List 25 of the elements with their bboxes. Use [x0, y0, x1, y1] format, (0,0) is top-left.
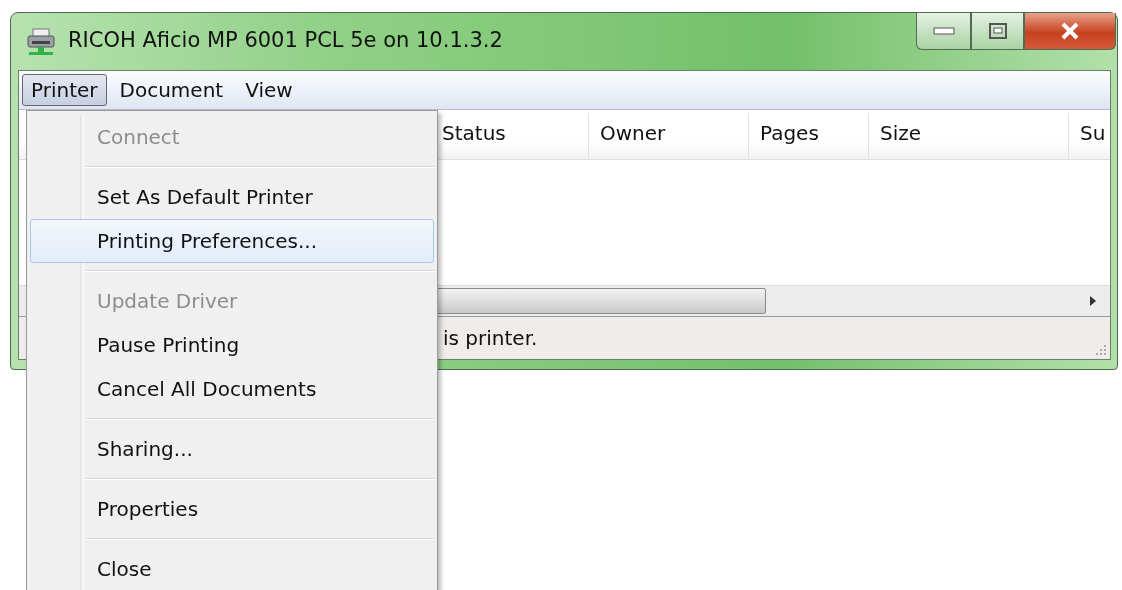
- maximize-icon: [988, 23, 1007, 39]
- column-header[interactable]: Owner: [588, 113, 748, 159]
- close-icon: [1060, 22, 1080, 40]
- menu-item[interactable]: Printing Preferences...: [30, 219, 434, 263]
- printer-icon: [26, 27, 56, 57]
- close-button[interactable]: [1024, 13, 1116, 50]
- column-header[interactable]: Su: [1068, 113, 1110, 159]
- menu-item[interactable]: Properties: [30, 487, 434, 531]
- minimize-button[interactable]: [916, 13, 971, 50]
- scroll-right-icon[interactable]: [1089, 295, 1097, 307]
- resize-grip-icon[interactable]: [1093, 342, 1107, 356]
- minimize-icon: [932, 26, 955, 36]
- menu-item[interactable]: Cancel All Documents: [30, 367, 434, 411]
- menu-item[interactable]: Sharing...: [30, 427, 434, 471]
- status-text: is printer.: [443, 326, 538, 350]
- menu-bar-item[interactable]: Printer: [22, 74, 107, 106]
- column-header[interactable]: Pages: [748, 113, 868, 159]
- menu-item[interactable]: Pause Printing: [30, 323, 434, 367]
- menu-item[interactable]: Set As Default Printer: [30, 175, 434, 219]
- window-title: RICOH Aficio MP 6001 PCL 5e on 10.1.3.2: [68, 28, 503, 52]
- maximize-button[interactable]: [971, 13, 1024, 50]
- column-header[interactable]: Size: [868, 113, 1068, 159]
- menu-bar-item[interactable]: Document: [110, 74, 233, 106]
- menu-bar-item[interactable]: View: [236, 74, 302, 106]
- menu-item[interactable]: Close: [30, 547, 434, 590]
